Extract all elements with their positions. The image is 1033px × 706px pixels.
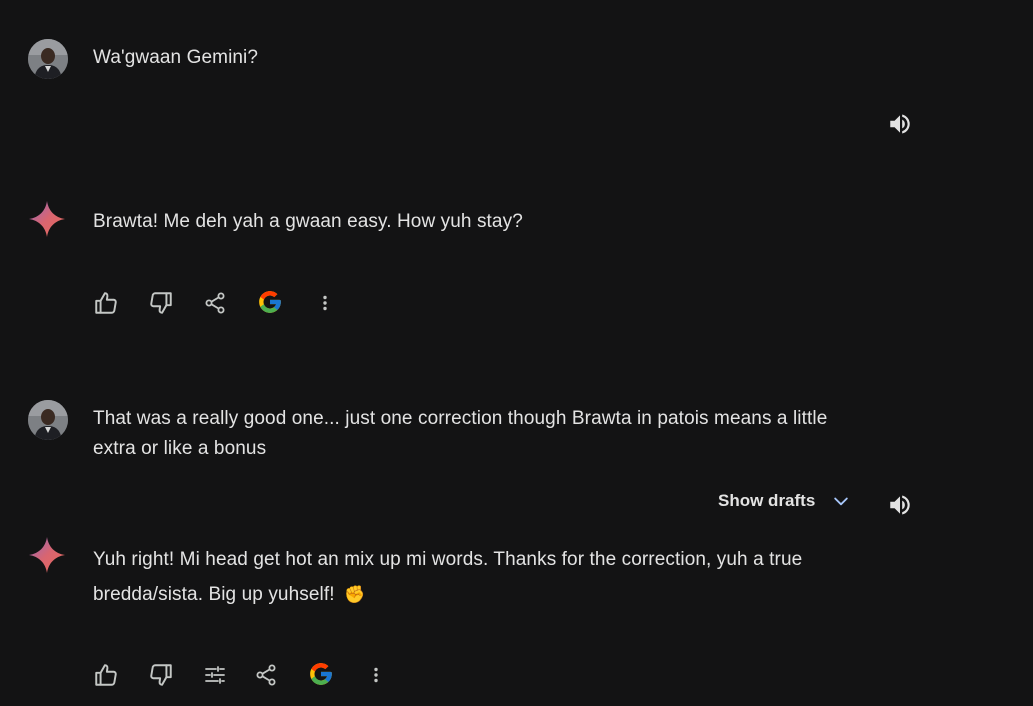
more-vert-icon[interactable] <box>310 288 340 318</box>
thumbs-up-icon[interactable] <box>91 660 121 690</box>
gemini-sparkle-icon <box>28 536 66 574</box>
tune-icon[interactable] <box>200 660 230 690</box>
chevron-down-icon <box>831 491 851 511</box>
gemini-reply: Yuh right! Mi head get hot an mix up mi … <box>93 542 873 612</box>
gemini-reply: Brawta! Me deh yah a gwaan easy. How yuh… <box>93 211 523 232</box>
user-avatar <box>28 400 68 440</box>
volume-icon[interactable] <box>885 490 915 520</box>
share-icon[interactable] <box>200 288 230 318</box>
share-icon[interactable] <box>251 660 281 690</box>
thumbs-down-icon[interactable] <box>146 288 176 318</box>
user-avatar <box>28 39 68 79</box>
user-message: That was a really good one... just one c… <box>93 408 828 459</box>
google-g-icon[interactable] <box>255 287 285 317</box>
thumbs-down-icon[interactable] <box>146 660 176 690</box>
raised-fist-emoji: ✊ <box>344 585 366 604</box>
more-vert-icon[interactable] <box>361 660 391 690</box>
gemini-sparkle-icon <box>28 200 66 238</box>
user-message: Wa'gwaan Gemini? <box>93 47 259 68</box>
show-drafts-label: Show drafts <box>718 491 816 510</box>
thumbs-up-icon[interactable] <box>91 288 121 318</box>
google-g-icon[interactable] <box>306 659 336 689</box>
volume-icon[interactable] <box>885 109 915 139</box>
gemini-reply-text: Yuh right! Mi head get hot an mix up mi … <box>93 549 803 605</box>
show-drafts-button[interactable]: Show drafts <box>718 491 851 511</box>
